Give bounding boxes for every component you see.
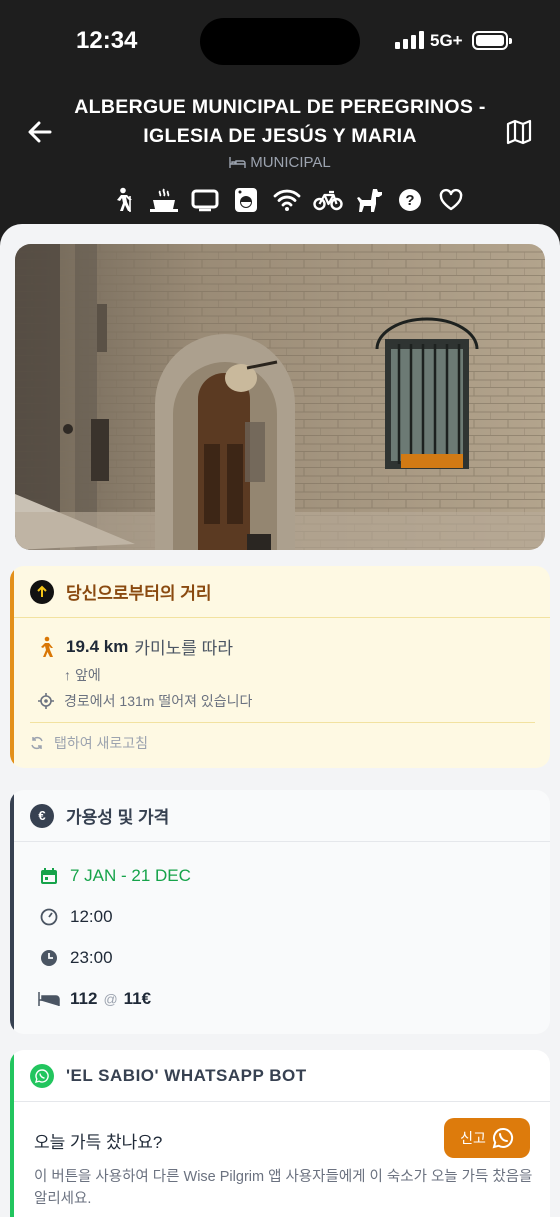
distance-suffix: 카미노를 따라: [134, 639, 233, 658]
distance-card[interactable]: 당신으로부터의 거리 19.4 km 카미노를 따라 ↑ 앞에 경로에서 131…: [10, 566, 550, 768]
content-sheet: 당신으로부터의 거리 19.4 km 카미노를 따라 ↑ 앞에 경로에서 131…: [0, 224, 560, 1217]
map-icon[interactable]: [505, 118, 533, 146]
open-time-row: 12:00: [38, 907, 113, 927]
status-time: 12:34: [76, 27, 138, 54]
dynamic-island: [200, 18, 360, 65]
tv-icon[interactable]: [184, 184, 225, 216]
availability-card-title: 가용성 및 가격: [66, 808, 170, 827]
whatsapp-icon: [30, 1063, 54, 1088]
availability-card-header: € 가용성 및 가격: [10, 790, 550, 842]
distance-row: 19.4 km 카미노를 따라: [38, 634, 233, 659]
distance-card-title: 당신으로부터의 거리: [66, 584, 212, 603]
whatsapp-description: 이 버튼을 사용하여 다른 Wise Pilgrim 앱 사용자들에게 이 숙소…: [34, 1169, 533, 1207]
refresh-label: 탭하여 새로고침: [54, 735, 149, 751]
availability-card: € 가용성 및 가격 7 JAN - 21 DEC 12:00 23:00 11…: [10, 790, 550, 1034]
refresh-row[interactable]: 탭하여 새로고침: [30, 733, 148, 753]
distance-value: 19.4 km: [66, 636, 129, 656]
offroute-row: 경로에서 131m 떨어져 있습니다: [38, 691, 252, 711]
page-title: ALBERGUE MUNICIPAL DE PEREGRINOS - IGLES…: [74, 96, 486, 147]
network-label: 5G+: [430, 31, 463, 50]
calendar-icon: [38, 867, 60, 885]
bicycle-icon[interactable]: [307, 184, 348, 216]
washing-machine-icon[interactable]: [225, 184, 266, 216]
at-symbol: @: [103, 991, 118, 1007]
albergue-type: MUNICIPAL: [0, 154, 560, 171]
signal-icon: [395, 31, 424, 49]
pilgrim-icon[interactable]: [102, 184, 143, 216]
kitchen-icon[interactable]: [143, 184, 184, 216]
distance-card-header: 당신으로부터의 거리: [10, 566, 550, 618]
favorite-icon[interactable]: [430, 184, 471, 216]
direction-row: ↑ 앞에: [64, 665, 101, 685]
wifi-icon[interactable]: [266, 184, 307, 216]
close-time-row: 23:00: [38, 948, 113, 968]
close-time: 23:00: [70, 948, 113, 967]
open-time: 12:00: [70, 907, 113, 926]
report-full-button[interactable]: 신고: [444, 1118, 530, 1158]
amenities-bar: ?: [102, 184, 471, 216]
target-icon: [38, 693, 54, 709]
whatsapp-card-title: 'EL SABIO' WHATSAPP BOT: [66, 1065, 307, 1085]
help-icon[interactable]: ?: [389, 184, 430, 216]
price: 11€: [123, 989, 152, 1008]
battery-icon: [472, 31, 512, 50]
svg-text:?: ?: [405, 192, 414, 209]
walking-icon: [41, 636, 53, 657]
status-bar: 12:34 5G+: [0, 0, 560, 84]
whatsapp-bot-card: 'EL SABIO' WHATSAPP BOT 오늘 가득 찼나요? 신고 이 …: [10, 1050, 550, 1217]
bed-icon: [38, 991, 60, 1007]
small-arrow-up-icon: ↑: [64, 667, 71, 683]
season-row: 7 JAN - 21 DEC: [38, 866, 191, 886]
albergue-photo[interactable]: [15, 244, 545, 550]
whatsapp-card-header: 'EL SABIO' WHATSAPP BOT: [10, 1050, 550, 1102]
albergue-type-label: MUNICIPAL: [250, 154, 331, 171]
clock-outline-icon: [38, 908, 60, 926]
pets-icon[interactable]: [348, 184, 389, 216]
offroute-label: 경로에서 131m 떨어져 있습니다: [64, 693, 253, 709]
beds-price-row: 112 @ 11€: [38, 989, 151, 1009]
euro-icon: €: [30, 803, 54, 828]
bed-icon: [229, 157, 246, 168]
season-dates: 7 JAN - 21 DEC: [70, 866, 191, 885]
refresh-icon: [31, 736, 43, 750]
report-button-label: 신고: [460, 1130, 486, 1146]
direction-label: 앞에: [75, 667, 101, 683]
whatsapp-button-icon: [492, 1127, 513, 1149]
beds-count: 112: [70, 989, 98, 1008]
full-question: 오늘 가득 찼나요?: [34, 1133, 163, 1152]
clock-filled-icon: [38, 949, 60, 967]
arrow-up-icon: [30, 579, 54, 604]
back-arrow-icon[interactable]: [24, 116, 56, 148]
